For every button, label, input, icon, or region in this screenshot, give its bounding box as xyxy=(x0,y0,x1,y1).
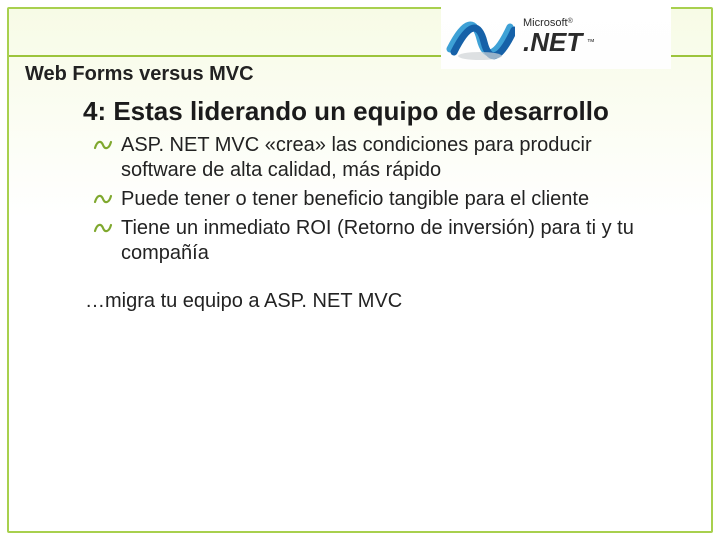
list-item: Puede tener o tener beneficio tangible p… xyxy=(93,187,671,212)
conclusion-text: …migra tu equipo a ASP. NET MVC xyxy=(85,290,671,313)
logo-tm: ™ xyxy=(587,38,595,47)
slide-frame: Web Forms versus MVC Microsoft ® .NET ™ … xyxy=(7,7,713,533)
logo-reg: ® xyxy=(568,18,573,25)
logo-text: Microsoft ® .NET ™ xyxy=(523,18,595,57)
bullet-list: ASP. NET MVC «crea» las condiciones para… xyxy=(93,133,671,266)
bullet-text: Puede tener o tener beneficio tangible p… xyxy=(121,188,589,210)
content-area: 4: Estas liderando un equipo de desarrol… xyxy=(83,97,671,313)
bullet-text: Tiene un inmediato ROI (Retorno de inver… xyxy=(121,217,634,264)
scribble-bullet-icon xyxy=(93,190,113,208)
list-item: ASP. NET MVC «crea» las condiciones para… xyxy=(93,133,671,183)
scribble-bullet-icon xyxy=(93,136,113,154)
list-item: Tiene un inmediato ROI (Retorno de inver… xyxy=(93,216,671,266)
bullet-text: ASP. NET MVC «crea» las condiciones para… xyxy=(121,134,592,181)
slide-title: 4: Estas liderando un equipo de desarrol… xyxy=(83,97,671,127)
scribble-bullet-icon xyxy=(93,219,113,237)
logo-product: .NET xyxy=(523,27,582,57)
dotnet-wave-icon xyxy=(445,9,515,65)
dotnet-logo: Microsoft ® .NET ™ xyxy=(441,5,671,69)
header-title: Web Forms versus MVC xyxy=(25,63,254,86)
